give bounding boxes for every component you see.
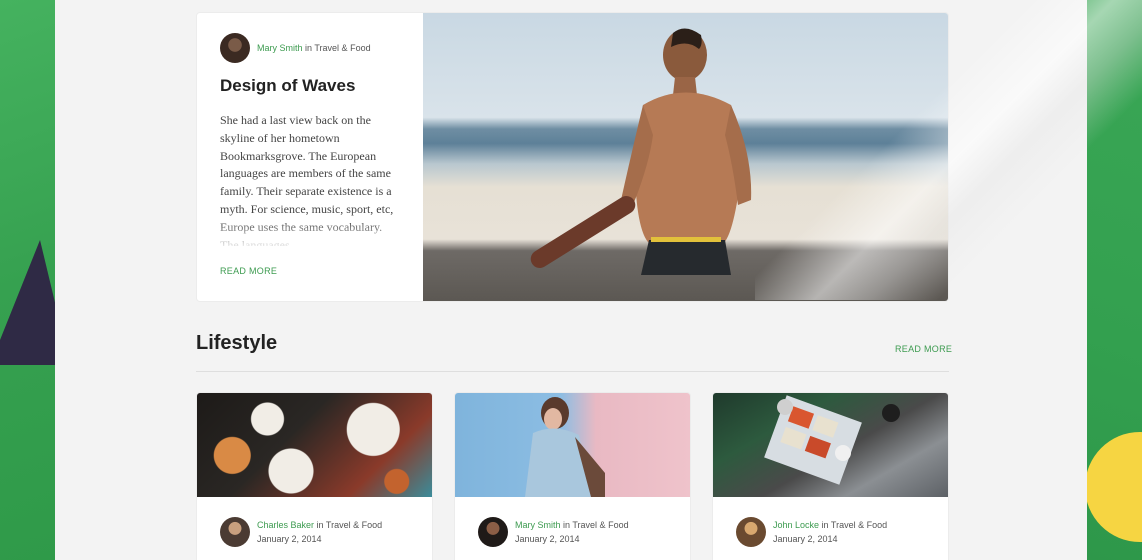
post-meta-text: Mary Smith in Travel & Food January 2, 2… <box>515 518 629 546</box>
person-illustration <box>621 28 752 275</box>
author-avatar <box>220 33 250 63</box>
card-body: Charles Baker in Travel & Food January 2… <box>197 497 432 547</box>
lifestyle-card: Mary Smith in Travel & Food January 2, 2… <box>454 392 691 560</box>
post-image[interactable] <box>455 393 690 497</box>
post-meta: John Locke in Travel & Food January 2, 2… <box>736 517 948 547</box>
category-link[interactable]: Travel & Food <box>831 520 887 530</box>
author-link[interactable]: John Locke <box>773 520 819 530</box>
section-read-more-link[interactable]: READ MORE <box>895 344 952 354</box>
post-meta-text: John Locke in Travel & Food January 2, 2… <box>773 518 887 546</box>
post-image[interactable] <box>197 393 432 497</box>
market-illustration <box>764 395 900 485</box>
card-body: Mary Smith in Travel & Food January 2, 2… <box>455 497 690 547</box>
in-label: in <box>316 520 324 530</box>
lifestyle-card: Charles Baker in Travel & Food January 2… <box>196 392 433 560</box>
page: Mary Smith in Travel & Food Design of Wa… <box>55 0 1142 560</box>
author-link[interactable]: Charles Baker <box>257 520 314 530</box>
author-avatar <box>478 517 508 547</box>
post-meta: Mary Smith in Travel & Food <box>220 33 423 63</box>
author-avatar <box>220 517 250 547</box>
post-meta-text: Charles Baker in Travel & Food January 2… <box>257 518 382 546</box>
featured-post-image[interactable] <box>423 13 948 301</box>
in-label: in <box>563 520 571 530</box>
author-link[interactable]: Mary Smith <box>515 520 561 530</box>
post-date: January 2, 2014 <box>257 534 322 544</box>
in-label: in <box>821 520 829 530</box>
category-link[interactable]: Travel & Food <box>314 43 370 53</box>
section-title: Lifestyle <box>196 332 278 354</box>
featured-post-card: Mary Smith in Travel & Food Design of Wa… <box>196 12 949 302</box>
section-divider <box>196 371 949 372</box>
post-title[interactable]: Design of Waves <box>220 76 423 96</box>
read-more-link[interactable]: READ MORE <box>220 266 277 276</box>
card-body: John Locke in Travel & Food January 2, 2… <box>713 497 948 547</box>
author-avatar <box>736 517 766 547</box>
author-link[interactable]: Mary Smith <box>257 43 303 53</box>
lifestyle-card: John Locke in Travel & Food January 2, 2… <box>712 392 949 560</box>
post-date: January 2, 2014 <box>773 534 838 544</box>
post-excerpt: She had a last view back on the skyline … <box>220 113 394 246</box>
featured-post-text: Mary Smith in Travel & Food Design of Wa… <box>197 13 423 301</box>
post-meta-text: Mary Smith in Travel & Food <box>257 41 371 55</box>
category-link[interactable]: Travel & Food <box>572 520 628 530</box>
post-date: January 2, 2014 <box>515 534 580 544</box>
in-label: in <box>305 43 313 53</box>
category-link[interactable]: Travel & Food <box>326 520 382 530</box>
post-meta: Charles Baker in Travel & Food January 2… <box>220 517 432 547</box>
post-meta: Mary Smith in Travel & Food January 2, 2… <box>478 517 690 547</box>
girl-illustration <box>525 397 605 497</box>
post-image[interactable] <box>713 393 948 497</box>
